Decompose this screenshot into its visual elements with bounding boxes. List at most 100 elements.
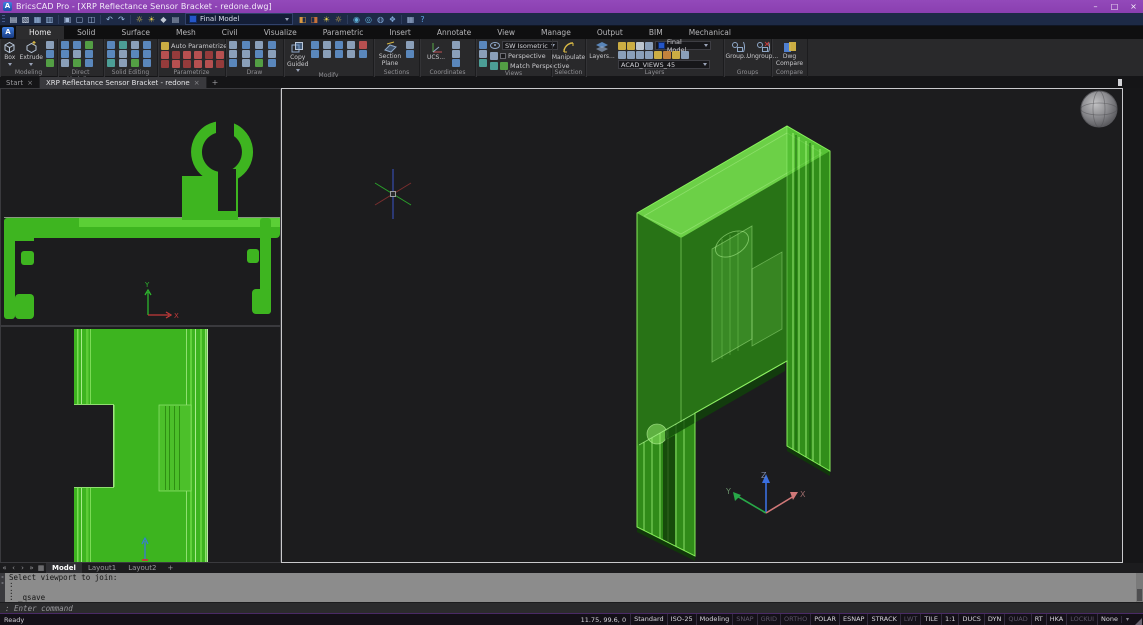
tab-scroll-button[interactable] [1118,79,1122,86]
viewport-top[interactable] [0,326,281,563]
layer-select[interactable]: Final Model [655,41,711,50]
tool-icon[interactable] [452,41,460,49]
tool-icon[interactable] [311,50,319,58]
ribbon-tab[interactable]: Output [584,26,636,39]
tool-icon[interactable] [143,59,151,67]
tool-icon[interactable] [268,50,276,58]
tool-icon[interactable] [479,59,487,67]
separator[interactable] [347,15,348,24]
toggle-hka[interactable]: HKA [1046,614,1066,625]
toggle-quad[interactable]: QUAD [1004,614,1030,625]
toggle-standard[interactable]: Standard [630,614,667,625]
title-bar[interactable]: A BricsCAD Pro - [XRP Reflectance Sensor… [0,0,1143,13]
print-icon[interactable]: ▣ [62,14,73,25]
tool-icon[interactable] [194,51,202,59]
tool-icon[interactable] [479,50,487,58]
tool-icon[interactable] [194,60,202,68]
render-icon[interactable]: ◧ [297,14,308,25]
toggle-none[interactable]: None [1097,614,1121,625]
last-layout-button[interactable]: » [27,564,36,572]
tool-icon[interactable] [618,42,626,50]
toggle-ortho[interactable]: ORTHO [780,614,810,625]
separator[interactable] [130,15,131,24]
tool-icon[interactable] [107,50,115,58]
tool-icon[interactable] [406,50,414,58]
tool-icon[interactable] [73,50,81,58]
tool-icon[interactable] [205,60,213,68]
tool-icon[interactable] [335,50,343,58]
ribbon-tab[interactable]: Manage [528,26,584,39]
view-record-icon[interactable]: ▦ [405,14,416,25]
tool-icon[interactable] [46,41,54,49]
tool-icon[interactable] [73,41,81,49]
layout-tab[interactable]: Layout1 [82,563,122,573]
close-icon[interactable]: × [27,79,33,87]
new-document-button[interactable]: + [207,77,224,88]
tool-icon[interactable] [143,50,151,58]
tool-icon[interactable] [216,51,224,59]
toggle-workspace[interactable]: Modeling [696,614,733,625]
tool-icon[interactable] [46,50,54,58]
tool-icon[interactable] [311,41,319,49]
separator[interactable] [100,15,101,24]
tool-icon[interactable] [131,50,139,58]
new-file-icon[interactable]: ▤ [8,14,19,25]
status-coordinates[interactable]: 11.75, 99.6, 0 [577,616,630,624]
separator[interactable] [58,15,59,24]
visual-styles-icon[interactable]: ◍ [375,14,386,25]
redo-icon[interactable]: ↷ [116,14,127,25]
resize-grip[interactable] [1135,618,1142,625]
tool-icon[interactable] [172,51,180,59]
extrude-button[interactable]: Extrude [20,41,43,66]
tool-icon[interactable] [216,60,224,68]
ribbon-tab[interactable]: View [484,26,528,39]
command-history[interactable]: Select viewport to join:::: _qsave [5,573,1136,602]
tool-icon[interactable] [268,41,276,49]
import-icon[interactable]: ▥ [44,14,55,25]
ucs-button[interactable]: UCS... [423,41,449,62]
layout-grid-icon[interactable]: ▦ [36,564,46,572]
separator[interactable] [401,15,402,24]
tool-icon[interactable] [85,59,93,67]
tool-icon[interactable] [359,41,367,49]
layer-freeze-icon[interactable]: ☀ [146,14,157,25]
tool-icon[interactable] [172,60,180,68]
document-tab[interactable]: XRP Reflectance Sensor Bracket - redone … [40,77,207,88]
viewport-isometric[interactable]: Z Y X [281,88,1123,563]
layer-plot-icon[interactable]: ▤ [170,14,181,25]
minimize-button[interactable]: – [1086,0,1105,13]
viewport-front[interactable]: Y X [0,88,281,326]
tool-icon[interactable] [131,59,139,67]
tool-icon[interactable] [229,50,237,58]
toggle-rt[interactable]: RT [1031,614,1046,625]
tool-icon[interactable] [479,41,487,49]
previous-layout-button[interactable]: ‹ [9,564,18,572]
tool-icon[interactable] [107,59,115,67]
tool-icon[interactable] [73,59,81,67]
view-preset-select[interactable]: SW Isometric [502,41,558,50]
toolbar-grip[interactable] [2,15,5,24]
tool-icon[interactable] [618,51,626,59]
toggle-strack[interactable]: STRACK [867,614,899,625]
3d-views-icon[interactable]: ◎ [363,14,374,25]
tool-icon[interactable] [335,41,343,49]
tool-icon[interactable] [255,50,263,58]
section-plane-button[interactable]: Section Plane [377,41,403,67]
tool-icon[interactable] [323,41,331,49]
tool-icon[interactable] [627,42,635,50]
tool-icon[interactable] [229,59,237,67]
tool-icon[interactable] [61,41,69,49]
layout-tab[interactable]: Layout2 [122,563,162,573]
close-button[interactable]: × [1124,0,1143,13]
auto-parametrize-button[interactable]: Auto Parametrize [161,41,227,50]
tool-icon[interactable] [161,60,169,68]
undo-icon[interactable]: ↶ [104,14,115,25]
tool-icon[interactable] [359,50,367,58]
sun-icon[interactable]: ☼ [333,14,344,25]
tool-icon[interactable] [627,51,635,59]
help-icon[interactable]: ? [417,14,428,25]
tool-icon[interactable] [161,51,169,59]
named-views-icon[interactable]: ◉ [351,14,362,25]
ribbon-tab[interactable]: Solid [64,26,108,39]
toggle-polar[interactable]: POLAR [810,614,839,625]
